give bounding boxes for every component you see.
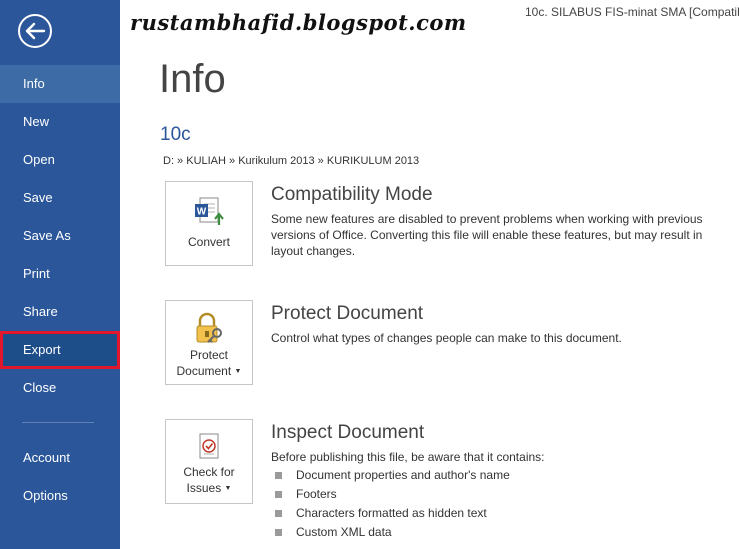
back-arrow-icon <box>18 14 52 48</box>
chevron-down-icon: ▼ <box>224 484 232 492</box>
nav-export[interactable]: Export <box>0 331 120 369</box>
inspect-bullet-list: Document properties and author's name Fo… <box>275 466 510 542</box>
nav-save-as[interactable]: Save As <box>0 217 120 255</box>
lock-key-icon <box>196 312 222 343</box>
chevron-down-icon: ▼ <box>234 367 242 375</box>
nav-options[interactable]: Options <box>0 477 120 515</box>
check-label-line2: Issues <box>186 481 222 495</box>
protect-label-line1: Protect <box>189 348 228 362</box>
nav-info[interactable]: Info <box>0 65 120 103</box>
document-path[interactable]: D: » KULIAH » Kurikulum 2013 » KURIKULUM… <box>163 155 419 167</box>
blog-watermark: rustambhafid.blogspot.com <box>130 10 467 35</box>
protect-description: Control what types of changes people can… <box>271 331 622 345</box>
protect-document-button[interactable]: Protect Document ▼ <box>165 300 253 385</box>
bullet-text: Custom XML data <box>296 525 392 539</box>
protect-document-label: Protect Document ▼ <box>166 347 252 380</box>
list-item: Characters formatted as hidden text <box>275 504 510 523</box>
page-title: Info <box>159 57 226 101</box>
nav-account[interactable]: Account <box>0 439 120 477</box>
check-for-issues-label: Check for Issues ▼ <box>166 464 252 497</box>
protect-title: Protect Document <box>271 303 424 324</box>
nav-new[interactable]: New <box>0 103 120 141</box>
bullet-square-icon <box>275 472 282 479</box>
list-item: Custom XML data <box>275 523 510 542</box>
nav-open[interactable]: Open <box>0 141 120 179</box>
document-name: 10c <box>160 124 191 145</box>
check-label-line1: Check for <box>183 465 235 479</box>
nav-save[interactable]: Save <box>0 179 120 217</box>
check-for-issues-button[interactable]: Check for Issues ▼ <box>165 419 253 504</box>
nav-print[interactable]: Print <box>0 255 120 293</box>
compatibility-description: Some new features are disabled to preven… <box>271 212 703 258</box>
compatibility-title: Compatibility Mode <box>271 184 433 205</box>
backstage-nav: Info New Open Save Save As Print Share E… <box>0 65 120 515</box>
inspect-description: Before publishing this file, be aware th… <box>271 450 545 464</box>
bullet-square-icon <box>275 510 282 517</box>
list-item: Document properties and author's name <box>275 466 510 485</box>
inspect-title: Inspect Document <box>271 422 425 443</box>
list-item: Footers <box>275 485 510 504</box>
bullet-square-icon <box>275 491 282 498</box>
backstage-sidebar: Info New Open Save Save As Print Share E… <box>0 0 120 549</box>
svg-text:W: W <box>197 207 207 218</box>
bullet-square-icon <box>275 529 282 536</box>
word-convert-icon: W <box>195 197 224 225</box>
protect-label-line2: Document <box>176 364 232 378</box>
convert-label: Convert <box>187 235 231 249</box>
convert-button[interactable]: W Convert <box>165 181 253 266</box>
bullet-text: Characters formatted as hidden text <box>296 506 487 520</box>
window-title: 10c. SILABUS FIS-minat SMA [Compatibi <box>525 5 739 19</box>
nav-share[interactable]: Share <box>0 293 120 331</box>
bullet-text: Footers <box>296 487 337 501</box>
back-button[interactable] <box>17 13 53 49</box>
nav-close[interactable]: Close <box>0 369 120 407</box>
nav-divider <box>22 422 94 423</box>
inspect-document-icon <box>199 433 219 459</box>
bullet-text: Document properties and author's name <box>296 468 510 482</box>
